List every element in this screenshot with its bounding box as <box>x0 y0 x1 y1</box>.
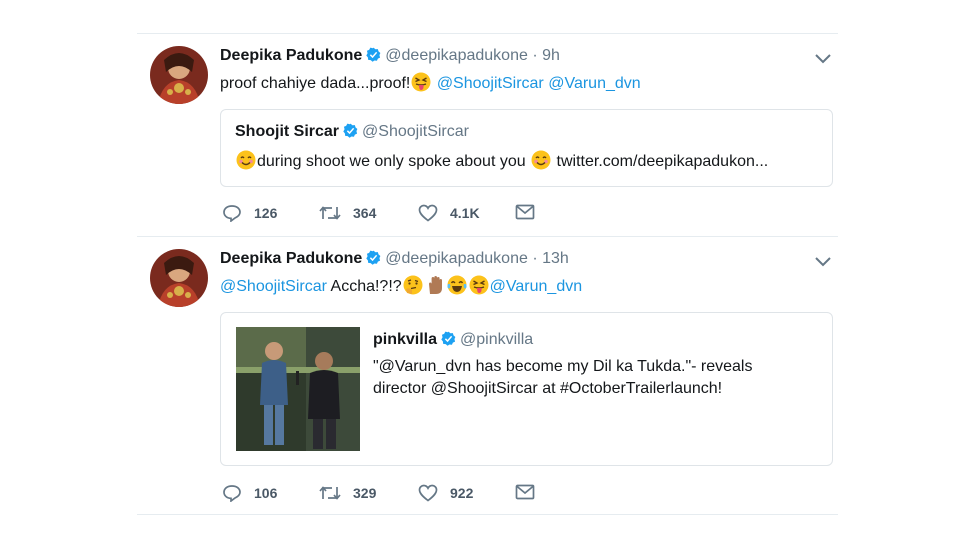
separator-dot: · <box>532 250 538 267</box>
separator-dot: · <box>532 47 538 64</box>
smiling-face-emoji-icon <box>236 150 256 170</box>
envelope-icon <box>515 484 535 500</box>
reply-button[interactable]: 126 <box>222 204 277 222</box>
quoted-tweet[interactable]: pinkvilla @pinkvilla "@Varun_dvn has beco… <box>220 312 833 466</box>
reply-icon <box>223 485 241 502</box>
quoted-tweet-header: Shoojit Sircar @ShoojitSircar <box>235 123 469 143</box>
avatar[interactable] <box>150 249 208 307</box>
tweet-header: Deepika Padukone @deepikapadukone · 13h <box>220 250 569 270</box>
retweet-button[interactable]: 329 <box>319 484 376 502</box>
quoted-tweet-image[interactable] <box>236 327 360 451</box>
chevron-down-icon[interactable] <box>814 52 832 66</box>
quoted-author-name: pinkvilla <box>373 331 438 348</box>
reply-count: 126 <box>254 205 278 221</box>
quoted-tweet-text: "@Varun_dvn has become my Dil ka Tukda."… <box>373 356 752 400</box>
avatar[interactable] <box>150 46 208 104</box>
reply-button[interactable]: 106 <box>222 484 277 502</box>
direct-message-button[interactable] <box>515 204 547 220</box>
retweet-icon <box>319 486 341 500</box>
smiling-face-emoji-icon <box>531 150 551 170</box>
like-button[interactable]: 4.1K <box>418 204 480 222</box>
retweet-count: 329 <box>353 485 377 501</box>
retweet-icon <box>319 206 341 220</box>
tweet-text: proof chahiye dada...proof! @ShoojitSirc… <box>220 72 641 93</box>
author-handle[interactable]: @deepikapadukone <box>385 250 528 267</box>
chevron-down-icon[interactable] <box>814 255 832 269</box>
tweet-timestamp[interactable]: 13h <box>542 250 569 267</box>
tweet[interactable]: Deepika Padukone @deepikapadukone · 9h pr… <box>137 33 838 236</box>
reply-count: 106 <box>254 485 278 501</box>
tweet-header: Deepika Padukone @deepikapadukone · 9h <box>220 47 560 67</box>
quoted-author-handle: @pinkvilla <box>460 331 534 348</box>
like-button[interactable]: 922 <box>418 484 473 502</box>
direct-message-button[interactable] <box>515 484 547 500</box>
mention-link[interactable]: @Varun_dvn <box>548 75 640 92</box>
quoted-author-handle: @ShoojitSircar <box>362 123 469 140</box>
quoted-tweet-header: pinkvilla @pinkvilla <box>373 331 533 351</box>
tweet-timestamp[interactable]: 9h <box>542 47 560 64</box>
verified-badge-icon <box>366 250 381 270</box>
retweet-count: 364 <box>353 205 377 221</box>
tweet-text-body: proof chahiye dada...proof! <box>220 75 411 92</box>
verified-badge-icon <box>343 123 358 143</box>
author-name[interactable]: Deepika Padukone <box>220 250 362 267</box>
squinting-tongue-emoji-icon <box>411 72 431 92</box>
like-count: 922 <box>450 485 474 501</box>
timeline-feed: Deepika Padukone @deepikapadukone · 9h pr… <box>137 33 838 515</box>
thinking-face-emoji-icon <box>403 275 423 295</box>
quoted-text-body: during shoot we only spoke about you <box>257 153 526 170</box>
squinting-tongue-emoji-icon <box>469 275 489 295</box>
tweet[interactable]: Deepika Padukone @deepikapadukone · 13h @… <box>137 236 838 515</box>
quoted-text-line: director @ShoojitSircar at #OctoberTrail… <box>373 380 723 397</box>
quoted-tweet[interactable]: Shoojit Sircar @ShoojitSircar during shoo… <box>220 109 833 187</box>
heart-icon <box>418 204 438 222</box>
mention-link[interactable]: @Varun_dvn <box>490 278 582 295</box>
mention-link[interactable]: @ShoojitSircar <box>437 75 544 92</box>
like-count: 4.1K <box>450 205 480 221</box>
quoted-text-line: "@Varun_dvn has become my Dil ka Tukda."… <box>373 358 753 375</box>
reply-icon <box>223 205 241 222</box>
envelope-icon <box>515 204 535 220</box>
retweet-button[interactable]: 364 <box>319 204 376 222</box>
tweet-text: @ShoojitSircar Accha!?!? @Varun_dvn <box>220 275 582 296</box>
tears-of-joy-emoji-icon <box>447 275 467 295</box>
quoted-tweet-text: during shoot we only spoke about you twi… <box>235 150 768 171</box>
mention-link[interactable]: @ShoojitSircar <box>220 278 327 295</box>
verified-badge-icon <box>366 47 381 67</box>
tweet-text-body: Accha!?!? <box>330 278 402 295</box>
quoted-tweet-link[interactable]: twitter.com/deepikapadukon... <box>557 153 769 170</box>
quoted-author-name: Shoojit Sircar <box>235 123 340 140</box>
heart-icon <box>418 484 438 502</box>
verified-badge-icon <box>441 331 456 351</box>
author-handle[interactable]: @deepikapadukone <box>385 47 528 64</box>
raised-hand-emoji-icon <box>425 275 445 295</box>
author-name[interactable]: Deepika Padukone <box>220 47 362 64</box>
